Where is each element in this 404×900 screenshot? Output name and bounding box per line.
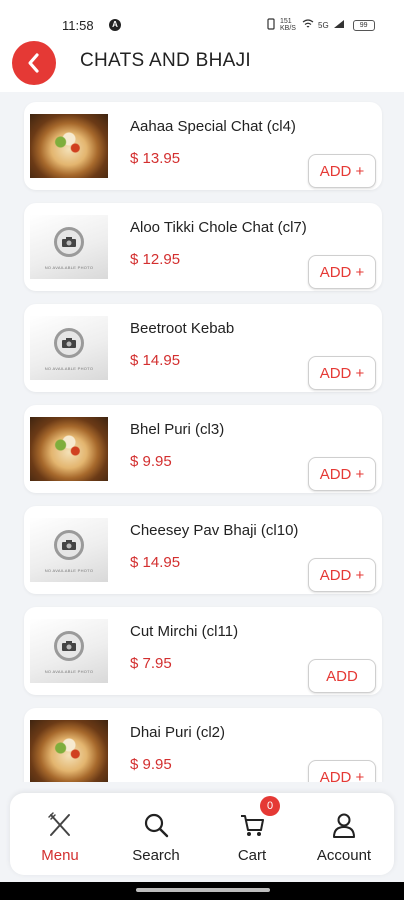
network-type-text: 5G [318, 20, 329, 30]
add-button[interactable]: ADD + [308, 558, 376, 592]
search-icon [144, 813, 169, 838]
item-name: Dhai Puri (cl2) [130, 724, 226, 741]
nav-cart-label: Cart [237, 847, 267, 864]
cart-icon [241, 815, 264, 836]
battery-icon: 99 [352, 19, 375, 31]
item-name: Aahaa Special Chat (cl4) [130, 118, 296, 135]
item-price: $ 14.95 [130, 352, 181, 369]
menu-item-list[interactable]: Aahaa Special Chat (cl4) $ 13.95 ADD + N… [0, 92, 404, 782]
no-photo-text: NO AVAILABLE PHOTO [44, 669, 94, 674]
vibrate-icon [266, 18, 276, 32]
nav-account[interactable]: Account [296, 793, 392, 875]
list-item[interactable]: Dhai Puri (cl2) $ 9.95 ADD + [24, 708, 382, 782]
status-indicator-icon: A [109, 19, 121, 31]
fork-knife-icon [48, 812, 70, 836]
no-photo-image: NO AVAILABLE PHOTO [30, 518, 108, 582]
nav-menu[interactable]: Menu [12, 793, 108, 875]
no-photo-image: NO AVAILABLE PHOTO [30, 215, 108, 279]
wifi-icon [302, 19, 314, 31]
list-item[interactable]: NO AVAILABLE PHOTO Cut Mirchi (cl11) $ 7… [24, 607, 382, 695]
item-price: $ 9.95 [130, 756, 172, 773]
item-name: Cheesey Pav Bhaji (cl10) [130, 522, 299, 539]
bottom-nav: Menu Search 0 Cart Account [10, 793, 394, 875]
food-image [30, 417, 108, 481]
list-item[interactable]: NO AVAILABLE PHOTO Beetroot Kebab $ 14.9… [24, 304, 382, 392]
chevron-left-icon [28, 53, 39, 73]
nav-account-label: Account [316, 847, 372, 864]
header: CHATS AND BHAJI [0, 36, 404, 92]
item-name: Beetroot Kebab [130, 320, 235, 337]
camera-icon [54, 227, 84, 257]
no-photo-image: NO AVAILABLE PHOTO [30, 619, 108, 683]
system-nav-bar [0, 882, 404, 900]
user-icon [333, 813, 355, 838]
no-photo-text: NO AVAILABLE PHOTO [44, 366, 94, 371]
status-time: 11:58 [62, 18, 94, 33]
page-title: CHATS AND BHAJI [80, 50, 251, 71]
add-button[interactable]: ADD + [308, 760, 376, 782]
add-button[interactable]: ADD + [308, 154, 376, 188]
nav-search[interactable]: Search [108, 793, 204, 875]
list-item[interactable]: NO AVAILABLE PHOTO Cheesey Pav Bhaji (cl… [24, 506, 382, 594]
food-image [30, 114, 108, 178]
camera-icon [54, 328, 84, 358]
signal-icon [333, 19, 345, 31]
status-icons: 151 KB/S 5G 99 [266, 18, 375, 32]
no-photo-image: NO AVAILABLE PHOTO [30, 316, 108, 380]
data-speed-text: 151 KB/S [280, 18, 296, 32]
add-button[interactable]: ADD [308, 659, 376, 693]
no-photo-text: NO AVAILABLE PHOTO [44, 568, 94, 573]
item-name: Cut Mirchi (cl11) [130, 623, 239, 640]
add-button[interactable]: ADD + [308, 457, 376, 491]
item-name: Bhel Puri (cl3) [130, 421, 225, 438]
item-name: Aloo Tikki Chole Chat (cl7) [130, 219, 307, 236]
item-price: $ 14.95 [130, 554, 181, 571]
item-price: $ 7.95 [130, 655, 172, 672]
add-button[interactable]: ADD + [308, 255, 376, 289]
item-price: $ 12.95 [130, 251, 181, 268]
list-item[interactable]: NO AVAILABLE PHOTO Aloo Tikki Chole Chat… [24, 203, 382, 291]
food-image [30, 720, 108, 782]
list-item[interactable]: Bhel Puri (cl3) $ 9.95 ADD + [24, 405, 382, 493]
back-button[interactable] [12, 41, 56, 85]
list-item[interactable]: Aahaa Special Chat (cl4) $ 13.95 ADD + [24, 102, 382, 190]
home-indicator[interactable] [136, 888, 270, 892]
nav-cart[interactable]: 0 Cart [204, 793, 300, 875]
camera-icon [54, 530, 84, 560]
cart-count-badge: 0 [260, 796, 280, 816]
camera-icon [54, 631, 84, 661]
item-price: $ 13.95 [130, 150, 181, 167]
item-price: $ 9.95 [130, 453, 172, 470]
add-button[interactable]: ADD + [308, 356, 376, 390]
nav-search-label: Search [132, 847, 180, 864]
nav-menu-label: Menu [41, 847, 79, 864]
no-photo-text: NO AVAILABLE PHOTO [44, 265, 94, 270]
status-bar: 11:58 A 151 KB/S 5G 99 [0, 0, 404, 36]
